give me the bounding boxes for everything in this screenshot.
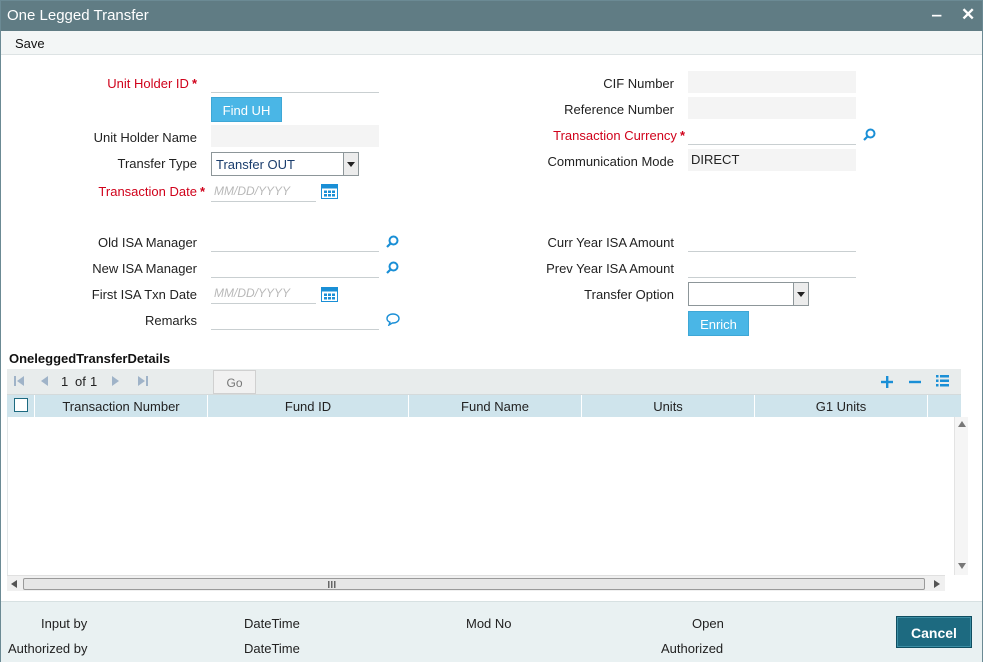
required-mark: * [199, 184, 205, 199]
scroll-right-icon[interactable] [934, 580, 940, 588]
pager-of-label: of [75, 374, 86, 389]
list-icon[interactable] [936, 374, 949, 387]
transaction-currency-label: Transaction Currency * [553, 128, 685, 143]
column-header[interactable]: G1 Units [755, 395, 928, 417]
comment-icon[interactable] [386, 313, 400, 326]
transfer-option-label: Transfer Option [584, 287, 674, 302]
new-isa-manager-input[interactable] [211, 256, 379, 278]
find-uh-button[interactable]: Find UH [211, 97, 282, 122]
menu-bar: Save [1, 31, 982, 55]
calendar-icon[interactable] [321, 286, 338, 302]
authorized-by-label: Authorized by [8, 641, 88, 656]
window-title: One Legged Transfer [7, 7, 149, 24]
authorized-label: Authorized [661, 641, 724, 656]
old-isa-manager-input[interactable] [211, 230, 379, 252]
prev-year-isa-amount-label: Prev Year ISA Amount [546, 261, 674, 276]
transfer-option-select[interactable] [688, 282, 809, 306]
horizontal-scrollbar[interactable] [7, 575, 945, 591]
cancel-button[interactable]: Cancel [896, 616, 972, 648]
transfer-type-select[interactable]: Transfer OUT [211, 152, 359, 176]
column-header[interactable]: Units [582, 395, 755, 417]
column-header[interactable]: Fund Name [409, 395, 582, 417]
search-icon[interactable] [863, 128, 876, 141]
remarks-label: Remarks [144, 313, 197, 328]
footer: Input by Authorized by DateTime DateTime… [1, 601, 982, 662]
transaction-date-label: Transaction Date * [98, 184, 205, 199]
required-mark: * [191, 76, 197, 91]
select-all-checkbox[interactable] [13, 398, 28, 412]
chevron-down-icon[interactable] [343, 153, 358, 175]
prev-page-icon[interactable] [39, 375, 49, 387]
minimize-icon[interactable]: ‒ [932, 5, 941, 25]
chevron-down-icon[interactable] [793, 283, 808, 305]
unit-holder-id-label-text: Unit Holder ID [107, 76, 189, 91]
cif-number-field [688, 71, 856, 93]
search-icon[interactable] [386, 261, 399, 274]
last-page-icon[interactable] [137, 375, 149, 387]
add-icon[interactable] [881, 376, 893, 388]
old-isa-manager-label: Old ISA Manager [98, 235, 197, 250]
scrollbar-thumb[interactable] [23, 578, 925, 590]
prev-year-isa-amount-input[interactable] [688, 256, 856, 278]
unit-holder-id-label: Unit Holder ID * [107, 76, 197, 91]
unit-holder-name-label: Unit Holder Name [93, 130, 197, 145]
go-button[interactable]: Go [213, 370, 256, 394]
grip-icon [328, 581, 336, 588]
total-pages: 1 [90, 374, 98, 389]
grid-body [7, 417, 961, 591]
vertical-scrollbar[interactable] [954, 417, 968, 575]
curr-year-isa-amount-label: Curr Year ISA Amount [547, 235, 674, 250]
section-title: OneleggedTransferDetails [9, 351, 171, 366]
column-header[interactable]: Fund ID [208, 395, 409, 417]
transaction-currency-label-text: Transaction Currency [553, 128, 677, 143]
transaction-date-input[interactable] [211, 180, 316, 202]
unit-holder-id-input[interactable] [211, 71, 379, 93]
first-page-icon[interactable] [13, 375, 25, 387]
transfer-type-label: Transfer Type [117, 156, 197, 171]
unit-holder-name-field [211, 125, 379, 147]
column-header[interactable]: Transaction Number [35, 395, 208, 417]
required-mark: * [679, 128, 685, 143]
scroll-down-icon[interactable] [958, 563, 966, 569]
new-isa-manager-label: New ISA Manager [92, 261, 197, 276]
open-label: Open [692, 616, 724, 631]
reference-number-label: Reference Number [564, 102, 674, 117]
calendar-icon[interactable] [321, 183, 338, 199]
mod-no-label: Mod No [466, 616, 512, 631]
datetime-label: DateTime [244, 641, 300, 656]
scroll-left-icon[interactable] [11, 580, 17, 588]
select-all-cell [7, 395, 35, 417]
transaction-date-label-text: Transaction Date [98, 184, 197, 199]
remove-icon[interactable] [909, 376, 921, 388]
first-isa-txn-date-label: First ISA Txn Date [91, 287, 197, 302]
first-isa-txn-date-input[interactable] [211, 282, 316, 304]
title-bar: One Legged Transfer ‒ ✕ [1, 1, 982, 31]
grid-toolbar: 1 of 1 Go [7, 369, 961, 395]
cif-number-label: CIF Number [603, 76, 674, 91]
enrich-button[interactable]: Enrich [688, 311, 749, 336]
grid-header: Transaction Number Fund ID Fund Name Uni… [7, 395, 961, 417]
current-page: 1 [61, 374, 69, 389]
one-legged-transfer-window: One Legged Transfer ‒ ✕ Save Unit Holder… [0, 0, 983, 662]
transaction-currency-input[interactable] [688, 123, 856, 145]
datetime-label: DateTime [244, 616, 300, 631]
input-by-label: Input by [41, 616, 88, 631]
search-icon[interactable] [386, 235, 399, 248]
close-icon[interactable]: ✕ [961, 5, 975, 25]
scroll-up-icon[interactable] [958, 421, 966, 427]
transfer-type-value: Transfer OUT [216, 157, 295, 172]
remarks-input[interactable] [211, 308, 379, 330]
next-page-icon[interactable] [111, 375, 121, 387]
reference-number-field [688, 97, 856, 119]
communication-mode-field [688, 149, 856, 171]
save-button[interactable]: Save [15, 36, 45, 51]
communication-mode-label: Communication Mode [547, 154, 674, 169]
curr-year-isa-amount-input[interactable] [688, 230, 856, 252]
